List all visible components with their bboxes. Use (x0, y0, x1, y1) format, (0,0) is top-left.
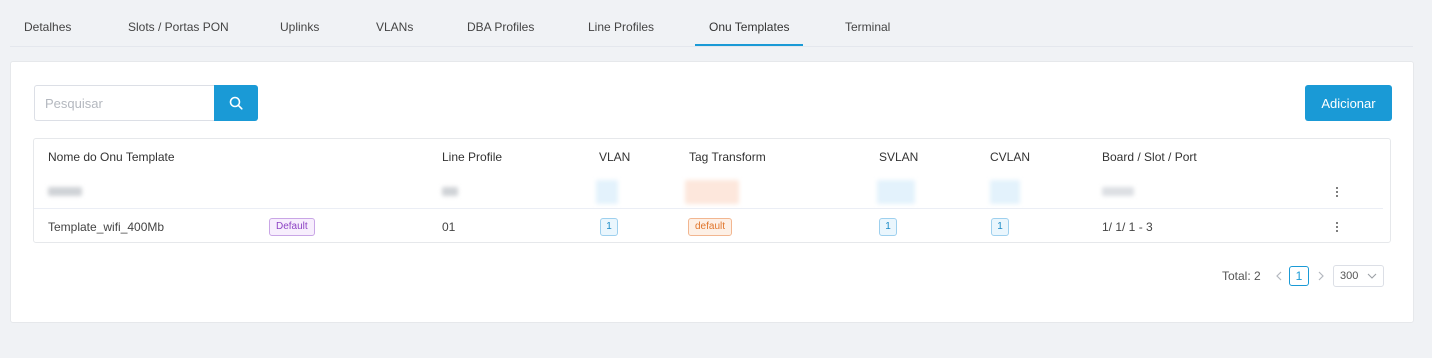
add-button[interactable]: Adicionar (1305, 85, 1392, 121)
table-row[interactable]: Template_wifi_400Mb Default 01 1 default… (34, 209, 1383, 244)
redacted-board (1102, 187, 1134, 196)
redacted-name (48, 187, 82, 196)
search-group (34, 85, 258, 121)
page-number-button[interactable]: 1 (1289, 266, 1309, 286)
template-name: Template_wifi_400Mb (48, 219, 165, 234)
table-row[interactable] (34, 174, 1383, 209)
chevron-left-icon (1276, 271, 1282, 281)
row-actions-button[interactable] (1330, 209, 1344, 244)
search-input[interactable] (34, 85, 215, 121)
column-header-name: Nome do Onu Template (48, 150, 175, 164)
column-header-line-profile: Line Profile (442, 150, 503, 164)
default-badge: Default (269, 217, 315, 236)
column-header-svlan: SVLAN (879, 150, 919, 164)
tab-detalhes[interactable]: Detalhes (24, 20, 71, 34)
tab-dba-profiles[interactable]: DBA Profiles (467, 20, 534, 34)
tab-onu-templates[interactable]: Onu Templates (709, 20, 790, 34)
next-page-button[interactable] (1313, 267, 1329, 285)
column-header-tag-transform: Tag Transform (689, 150, 766, 164)
active-tab-indicator (695, 44, 803, 46)
chevron-down-icon (1367, 273, 1377, 279)
more-vertical-icon (1336, 186, 1338, 197)
tab-terminal[interactable]: Terminal (845, 20, 890, 34)
tab-vlans[interactable]: VLANs (376, 20, 413, 34)
search-icon (229, 96, 243, 110)
row-actions-button[interactable] (1330, 174, 1344, 209)
pagination-total: Total: 2 (1222, 269, 1261, 283)
redacted-vlan (596, 179, 618, 204)
column-header-cvlan: CVLAN (990, 150, 1031, 164)
onu-templates-table: Nome do Onu Template Line Profile VLAN T… (33, 138, 1391, 243)
content-panel: Adicionar Nome do Onu Template Line Prof… (10, 61, 1414, 323)
prev-page-button[interactable] (1271, 267, 1287, 285)
page-size-select[interactable]: 300 (1333, 265, 1384, 287)
redacted-tag-transform (685, 179, 739, 204)
redacted-cvlan (990, 179, 1020, 204)
svlan-tag: 1 (879, 217, 897, 236)
vlan-tag: 1 (600, 217, 618, 236)
page-size-value: 300 (1340, 270, 1359, 282)
search-button[interactable] (214, 85, 258, 121)
tag-transform-tag: default (688, 217, 733, 236)
column-header-vlan: VLAN (599, 150, 631, 164)
redacted-line-profile (442, 187, 458, 196)
chevron-right-icon (1318, 271, 1324, 281)
tab-slots-portas-pon[interactable]: Slots / Portas PON (128, 20, 229, 34)
line-profile-value: 01 (442, 219, 456, 234)
tab-bar: Detalhes Slots / Portas PON Uplinks VLAN… (10, 0, 1413, 47)
cvlan-tag: 1 (991, 217, 1009, 236)
column-header-board-slot-port: Board / Slot / Port (1102, 150, 1197, 164)
more-vertical-icon (1336, 221, 1338, 232)
redacted-svlan (877, 179, 915, 204)
tab-line-profiles[interactable]: Line Profiles (588, 20, 654, 34)
board-slot-port-value: 1/ 1/ 1 - 3 (1102, 219, 1153, 234)
tab-uplinks[interactable]: Uplinks (280, 20, 319, 34)
